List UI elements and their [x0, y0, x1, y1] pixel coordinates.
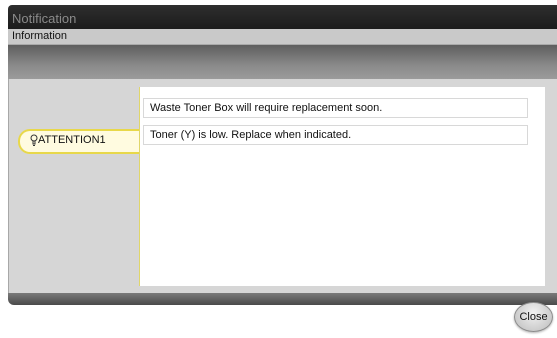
attention-tab-label: ATTENTION1: [38, 134, 106, 146]
message-item-waste-toner[interactable]: Waste Toner Box will require replacement…: [143, 98, 528, 118]
close-button[interactable]: Close: [514, 302, 553, 332]
title-bar: [8, 5, 557, 29]
header-band: [8, 45, 557, 79]
lightbulb-icon: [30, 134, 38, 146]
window-title: Notification: [12, 11, 77, 26]
message-item-toner-low[interactable]: Toner (Y) is low. Replace when indicated…: [143, 125, 528, 145]
page-subtitle: Information: [12, 30, 68, 42]
panel-bottom-edge: [8, 293, 557, 305]
info-strip: [8, 29, 557, 45]
